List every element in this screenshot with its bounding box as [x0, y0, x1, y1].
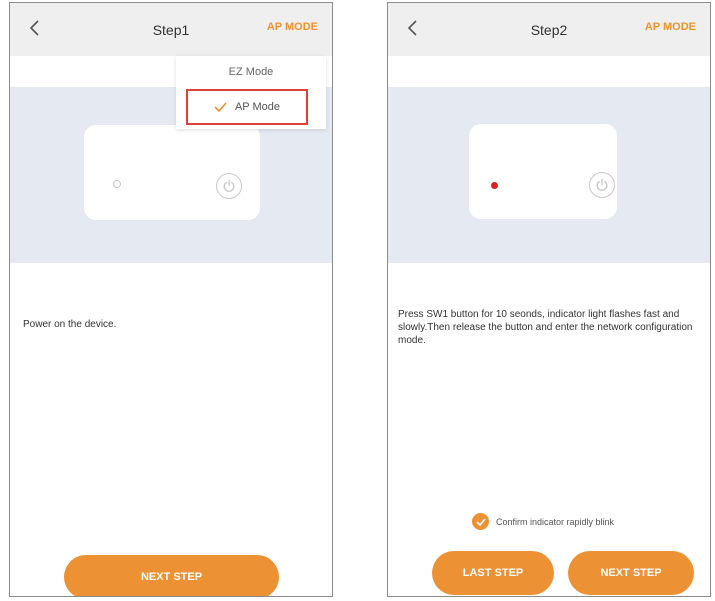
check-circle-icon: [472, 513, 489, 530]
back-button[interactable]: [22, 15, 48, 41]
indicator-led-off: [113, 180, 121, 188]
ap-mode-option[interactable]: AP Mode: [186, 89, 308, 125]
top-bar: Step1 AP MODE: [10, 3, 332, 56]
chevron-left-icon: [29, 20, 39, 36]
step1-screen: Step1 AP MODE EZ Mode AP Mode Power on t…: [9, 2, 333, 597]
device-image: [469, 124, 617, 219]
page-title: Step2: [530, 21, 568, 38]
instruction-text: Power on the device.: [23, 319, 117, 330]
power-icon: [589, 172, 615, 198]
ez-mode-option[interactable]: EZ Mode: [176, 66, 326, 78]
instruction-text: Press SW1 button for 10 seonds, indicato…: [398, 309, 693, 346]
confirm-blink-label: Confirm indicator rapidly blink: [496, 516, 615, 527]
check-icon: [214, 102, 227, 112]
ap-mode-button[interactable]: AP MODE: [645, 21, 696, 33]
chevron-left-icon: [407, 20, 417, 36]
back-button[interactable]: [400, 15, 426, 41]
device-image: [84, 125, 260, 220]
page-title: Step1: [152, 21, 190, 38]
ap-mode-label: AP Mode: [234, 101, 281, 113]
device-illustration: [388, 87, 710, 263]
top-bar: Step2 AP MODE: [388, 3, 710, 56]
ap-mode-button[interactable]: AP MODE: [267, 21, 318, 33]
confirm-blink-checkbox[interactable]: Confirm indicator rapidly blink: [472, 513, 614, 530]
next-step-button[interactable]: NEXT STEP: [64, 555, 279, 596]
power-icon: [216, 173, 242, 199]
step2-screen: Step2 AP MODE Press SW1 button for 10 se…: [387, 2, 711, 597]
next-step-button[interactable]: NEXT STEP: [568, 551, 694, 595]
indicator-led-red: [491, 182, 498, 189]
last-step-button[interactable]: LAST STEP: [432, 551, 554, 595]
mode-dropdown: EZ Mode AP Mode: [176, 56, 326, 129]
